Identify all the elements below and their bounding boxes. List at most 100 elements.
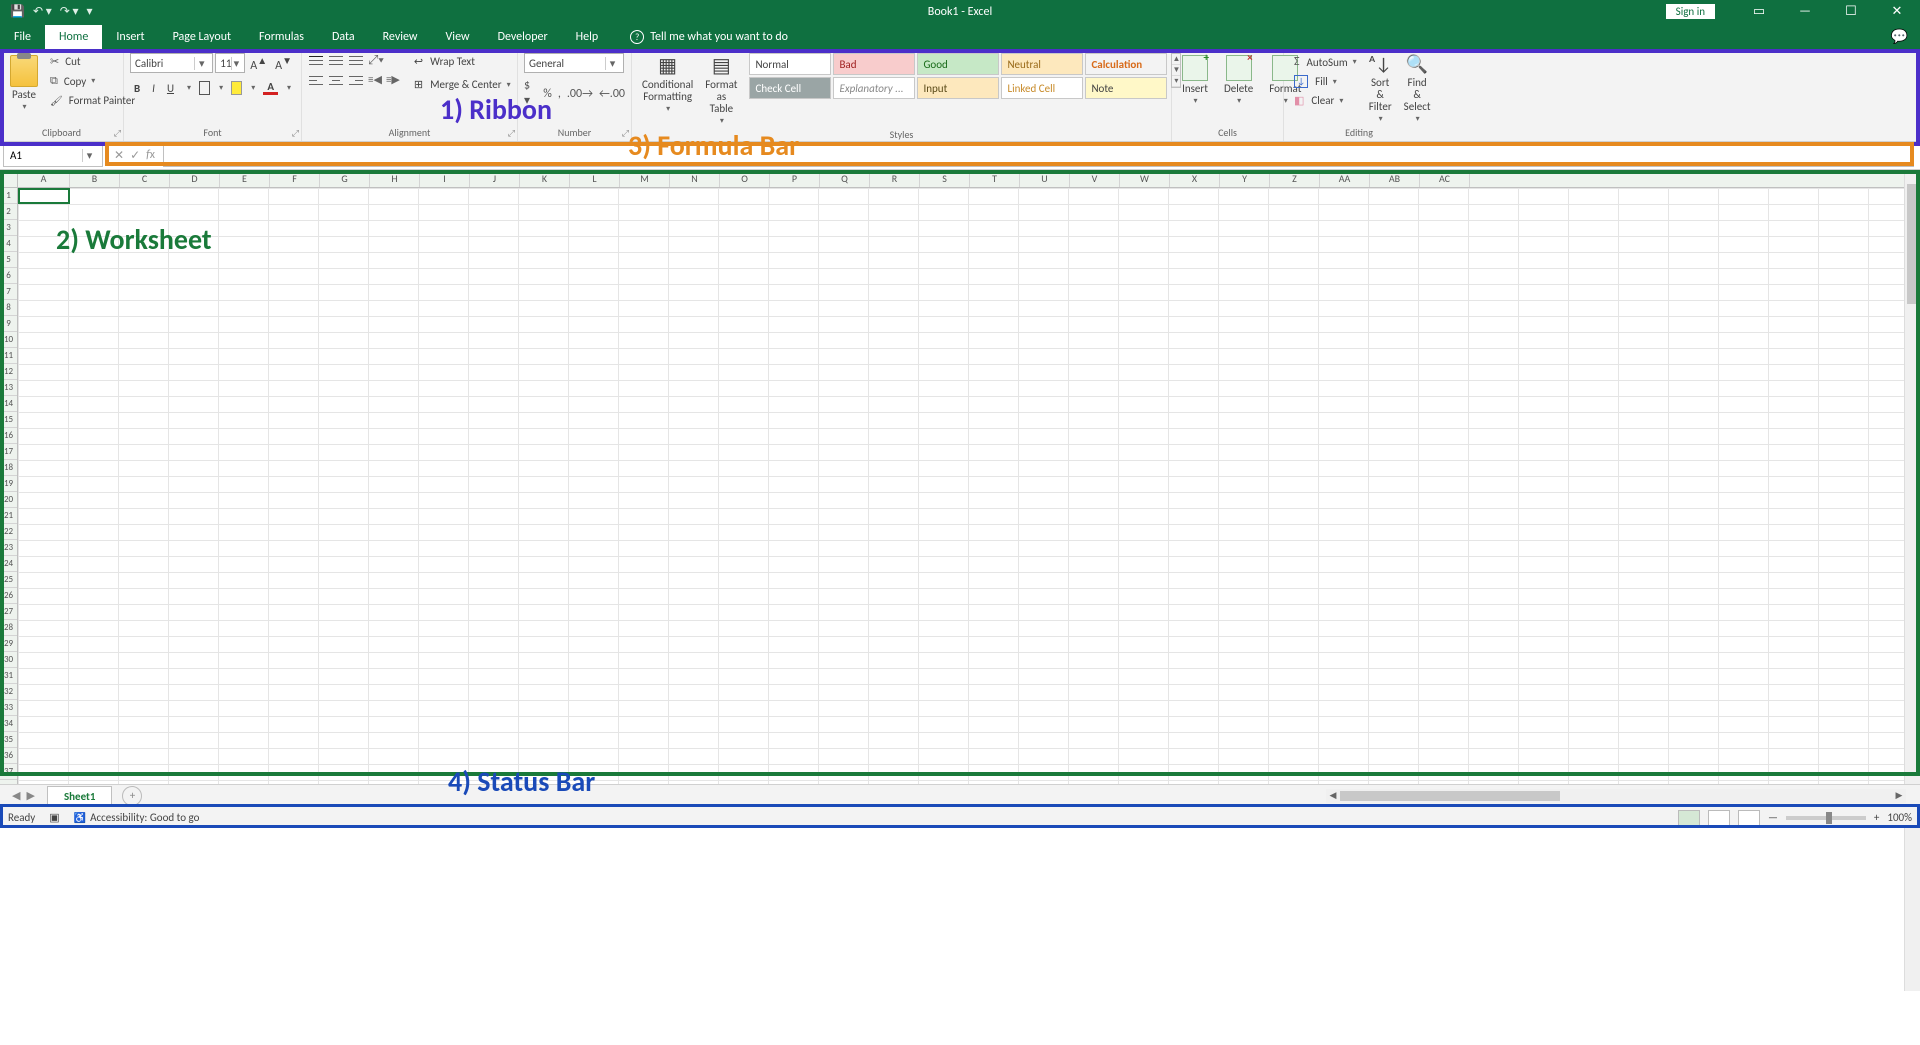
row-header[interactable]: 15 — [0, 412, 17, 428]
column-header[interactable]: I — [420, 170, 470, 187]
sign-in-button[interactable]: Sign in — [1665, 3, 1716, 20]
align-top-icon[interactable] — [308, 53, 324, 67]
tab-review[interactable]: Review — [369, 25, 432, 49]
vertical-scrollbar[interactable] — [1904, 170, 1920, 991]
enter-formula-icon[interactable]: ✓ — [130, 148, 140, 163]
page-break-view-icon[interactable] — [1738, 810, 1760, 826]
column-header[interactable]: T — [970, 170, 1020, 187]
align-left-icon[interactable] — [308, 73, 324, 87]
style-check-cell[interactable]: Check Cell — [749, 77, 831, 99]
cancel-formula-icon[interactable]: ✕ — [114, 148, 124, 163]
row-header[interactable]: 22 — [0, 524, 17, 540]
column-header[interactable]: A — [18, 170, 70, 187]
row-header[interactable]: 31 — [0, 668, 17, 684]
column-header[interactable]: X — [1170, 170, 1220, 187]
row-header[interactable]: 37 — [0, 764, 17, 780]
column-header[interactable]: O — [720, 170, 770, 187]
row-header[interactable]: 26 — [0, 588, 17, 604]
row-header[interactable]: 21 — [0, 508, 17, 524]
increase-font-icon[interactable]: A▲ — [247, 54, 270, 73]
macro-record-icon[interactable]: ▣ — [49, 811, 59, 824]
decrease-font-icon[interactable]: A▼ — [272, 54, 295, 73]
column-header[interactable]: H — [370, 170, 420, 187]
row-header[interactable]: 33 — [0, 700, 17, 716]
merge-center-button[interactable]: Merge & Center ▾ — [410, 76, 515, 93]
conditional-formatting-button[interactable]: ▦Conditional Formatting▾ — [638, 53, 697, 116]
insert-function-icon[interactable]: fx — [146, 148, 155, 163]
column-header[interactable]: U — [1020, 170, 1070, 187]
save-icon[interactable]: 💾 — [10, 4, 25, 19]
redo-icon[interactable]: ↷ ▾ — [60, 4, 79, 19]
column-header[interactable]: Z — [1270, 170, 1320, 187]
column-header[interactable]: AB — [1370, 170, 1420, 187]
column-header[interactable]: V — [1070, 170, 1120, 187]
bold-button[interactable]: B — [130, 82, 144, 95]
row-header[interactable]: 13 — [0, 380, 17, 396]
row-header[interactable]: 32 — [0, 684, 17, 700]
sheet-nav-next-icon[interactable]: ▶ — [26, 789, 34, 802]
zoom-slider[interactable] — [1786, 816, 1866, 820]
font-color-icon[interactable]: A — [263, 81, 278, 95]
style-explanatory[interactable]: Explanatory ... — [833, 77, 915, 99]
select-all-corner[interactable] — [0, 170, 18, 187]
align-center-icon[interactable] — [328, 73, 344, 87]
share-icon[interactable]: 💬 — [1891, 28, 1908, 45]
style-calculation[interactable]: Calculation — [1085, 53, 1167, 75]
column-header[interactable]: D — [170, 170, 220, 187]
decrease-indent-icon[interactable]: ≡◀ — [368, 73, 382, 87]
row-header[interactable]: 5 — [0, 252, 17, 268]
row-header[interactable]: 12 — [0, 364, 17, 380]
borders-icon[interactable] — [199, 81, 210, 95]
style-linked-cell[interactable]: Linked Cell — [1001, 77, 1083, 99]
font-name-combo[interactable]: Calibri▾ — [130, 53, 213, 73]
worksheet[interactable]: ABCDEFGHIJKLMNOPQRSTUVWXYZAAABAC 1234567… — [0, 170, 1920, 784]
orientation-icon[interactable]: ⤢▾ — [368, 53, 384, 69]
row-header[interactable]: 16 — [0, 428, 17, 444]
delete-cells-button[interactable]: Delete▾ — [1220, 53, 1257, 108]
column-header[interactable]: E — [220, 170, 270, 187]
tab-page-layout[interactable]: Page Layout — [159, 25, 245, 49]
find-select-button[interactable]: 🔍Find & Select▾ — [1400, 53, 1435, 126]
formula-input[interactable] — [163, 145, 1914, 167]
tab-insert[interactable]: Insert — [102, 25, 158, 49]
page-layout-view-icon[interactable] — [1708, 810, 1730, 826]
row-header[interactable]: 25 — [0, 572, 17, 588]
close-button[interactable]: ✕ — [1874, 0, 1920, 23]
minimize-button[interactable]: — — [1782, 0, 1828, 23]
row-header[interactable]: 11 — [0, 348, 17, 364]
wrap-text-button[interactable]: Wrap Text — [410, 53, 515, 70]
normal-view-icon[interactable] — [1678, 810, 1700, 826]
row-header[interactable]: 17 — [0, 444, 17, 460]
column-header[interactable]: AA — [1320, 170, 1370, 187]
style-note[interactable]: Note — [1085, 77, 1167, 99]
row-header[interactable]: 2 — [0, 204, 17, 220]
row-header[interactable]: 7 — [0, 284, 17, 300]
style-normal[interactable]: Normal — [749, 53, 831, 75]
insert-cells-button[interactable]: Insert▾ — [1178, 53, 1212, 108]
active-cell[interactable] — [18, 188, 70, 204]
row-header[interactable]: 3 — [0, 220, 17, 236]
column-header[interactable]: J — [470, 170, 520, 187]
column-header[interactable]: S — [920, 170, 970, 187]
tab-data[interactable]: Data — [318, 25, 369, 49]
row-header[interactable]: 28 — [0, 620, 17, 636]
new-sheet-button[interactable]: + — [122, 786, 142, 806]
column-header[interactable]: B — [70, 170, 120, 187]
tab-home[interactable]: Home — [45, 25, 102, 49]
column-header[interactable]: F — [270, 170, 320, 187]
maximize-button[interactable]: ☐ — [1828, 0, 1874, 23]
row-header[interactable]: 19 — [0, 476, 17, 492]
underline-button[interactable]: U — [163, 82, 178, 95]
qat-customize-icon[interactable]: ▾ — [87, 4, 93, 19]
column-header[interactable]: L — [570, 170, 620, 187]
clipboard-dialog-icon[interactable]: ⤢ — [114, 128, 121, 139]
row-header[interactable]: 18 — [0, 460, 17, 476]
row-header[interactable]: 34 — [0, 716, 17, 732]
name-box[interactable]: A1▾ — [3, 145, 103, 167]
comma-format-icon[interactable]: , — [558, 87, 561, 101]
row-header[interactable]: 27 — [0, 604, 17, 620]
fill-color-icon[interactable] — [231, 81, 242, 95]
column-header[interactable]: C — [120, 170, 170, 187]
accessibility-status[interactable]: Accessibility: Good to go — [74, 811, 200, 824]
row-header[interactable]: 4 — [0, 236, 17, 252]
